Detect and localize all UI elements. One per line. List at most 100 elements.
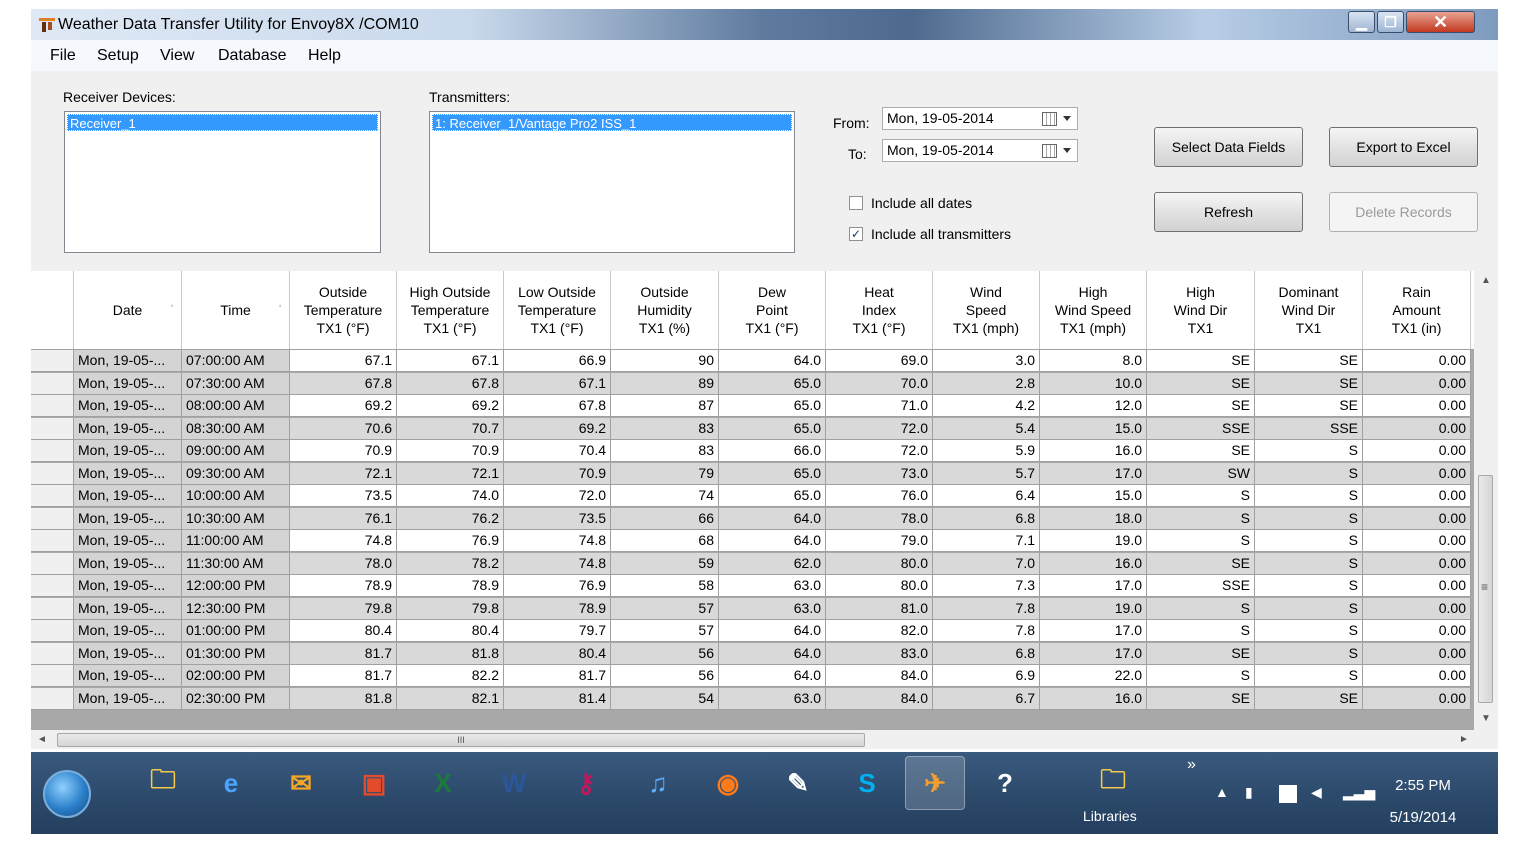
table-cell[interactable]: 67.1 xyxy=(290,350,397,372)
table-cell[interactable]: 8.0 xyxy=(1040,350,1147,372)
table-cell[interactable]: 80.4 xyxy=(290,620,397,642)
table-cell[interactable]: 7.8 xyxy=(933,597,1040,620)
table-row[interactable]: Mon, 19-05-... 12:30:00 PM 79.8 79.8 78.9 57 6… xyxy=(31,597,1474,620)
table-cell[interactable]: 69.2 xyxy=(290,395,397,417)
receiver-devices-list[interactable]: Receiver_1 xyxy=(64,111,381,253)
table-row[interactable]: Mon, 19-05-... 01:30:00 PM 81.7 81.8 80.4 56 6… xyxy=(31,642,1474,665)
table-cell[interactable]: 10:30:00 AM xyxy=(182,507,290,530)
table-cell[interactable]: 72.0 xyxy=(826,417,933,440)
table-cell[interactable]: 83 xyxy=(611,440,719,462)
from-date-picker[interactable]: Mon, 19-05-2014 xyxy=(882,107,1078,130)
table-cell[interactable]: 07:30:00 AM xyxy=(182,372,290,395)
table-cell[interactable]: 67.8 xyxy=(290,372,397,395)
table-cell[interactable]: 57 xyxy=(611,597,719,620)
menu-database[interactable]: Database xyxy=(218,47,287,65)
transmitter-item[interactable]: 1: Receiver_1/Vantage Pro2 ISS_1 xyxy=(432,114,792,131)
table-cell[interactable]: 83.0 xyxy=(826,642,933,665)
table-cell[interactable]: 0.00 xyxy=(1363,665,1471,687)
table-cell[interactable]: 76.2 xyxy=(397,507,504,530)
table-cell[interactable]: S xyxy=(1255,642,1363,665)
table-cell[interactable]: 67.1 xyxy=(504,372,611,395)
table-cell[interactable]: 07:00:00 AM xyxy=(182,350,290,372)
excel-icon[interactable]: X xyxy=(413,756,473,810)
table-cell[interactable]: 76.0 xyxy=(826,485,933,507)
table-cell[interactable]: 02:30:00 PM xyxy=(182,687,290,710)
table-cell[interactable]: SE xyxy=(1255,395,1363,417)
table-cell[interactable]: 11:30:00 AM xyxy=(182,552,290,575)
table-cell[interactable]: 73.5 xyxy=(504,507,611,530)
menu-view[interactable]: View xyxy=(160,47,194,65)
to-date-picker[interactable]: Mon, 19-05-2014 xyxy=(882,139,1078,162)
table-cell[interactable]: 2.8 xyxy=(933,372,1040,395)
signal-icon[interactable]: ▂▃▅ xyxy=(1343,784,1375,801)
column-header[interactable]: Wind Speed TX1 (mph) xyxy=(933,271,1040,349)
table-cell[interactable]: 72.0 xyxy=(826,440,933,462)
action-center-icon[interactable] xyxy=(1279,785,1297,803)
table-row[interactable]: Mon, 19-05-... 02:30:00 PM 81.8 82.1 81.4 54 6… xyxy=(31,687,1474,710)
horizontal-scrollbar[interactable]: ◄ III ► xyxy=(31,730,1474,749)
skype-icon[interactable]: S xyxy=(837,756,897,810)
table-cell[interactable]: SE xyxy=(1147,395,1255,417)
table-cell[interactable]: 76.9 xyxy=(397,530,504,552)
table-cell[interactable]: Mon, 19-05-... xyxy=(74,665,182,687)
table-cell[interactable]: 73.0 xyxy=(826,462,933,485)
table-cell[interactable]: 08:00:00 AM xyxy=(182,395,290,417)
table-cell[interactable]: 0.00 xyxy=(1363,620,1471,642)
table-cell[interactable]: SSE xyxy=(1147,417,1255,440)
column-header[interactable]: High Wind Dir TX1 xyxy=(1147,271,1255,349)
table-cell[interactable]: 74.8 xyxy=(504,530,611,552)
calendar-icon[interactable] xyxy=(1042,144,1057,158)
table-cell[interactable]: 81.7 xyxy=(290,665,397,687)
table-cell[interactable]: 0.00 xyxy=(1363,462,1471,485)
table-cell[interactable]: 71.0 xyxy=(826,395,933,417)
row-header[interactable] xyxy=(31,552,74,575)
title-bar[interactable]: Weather Data Transfer Utility for Envoy8… xyxy=(31,9,1498,40)
table-cell[interactable]: 79 xyxy=(611,462,719,485)
scroll-down-icon[interactable]: ▼ xyxy=(1481,713,1491,724)
table-cell[interactable]: 02:00:00 PM xyxy=(182,665,290,687)
table-cell[interactable]: 80.4 xyxy=(397,620,504,642)
table-cell[interactable]: 0.00 xyxy=(1363,575,1471,597)
table-cell[interactable]: S xyxy=(1147,597,1255,620)
table-cell[interactable]: Mon, 19-05-... xyxy=(74,462,182,485)
menu-file[interactable]: File xyxy=(50,47,76,65)
table-cell[interactable]: 65.0 xyxy=(719,395,826,417)
column-header[interactable]: Low Outside Temperature TX1 (°F) xyxy=(504,271,611,349)
table-cell[interactable]: 17.0 xyxy=(1040,462,1147,485)
table-cell[interactable]: 11:00:00 AM xyxy=(182,530,290,552)
table-cell[interactable]: 78.9 xyxy=(290,575,397,597)
select-data-fields-button[interactable]: Select Data Fields xyxy=(1154,127,1303,167)
table-cell[interactable]: S xyxy=(1255,530,1363,552)
table-cell[interactable]: 68 xyxy=(611,530,719,552)
table-cell[interactable]: Mon, 19-05-... xyxy=(74,552,182,575)
table-cell[interactable]: S xyxy=(1255,665,1363,687)
table-cell[interactable]: 78.2 xyxy=(397,552,504,575)
include-all-transmitters-checkbox[interactable]: ✓ xyxy=(849,227,863,241)
row-header[interactable] xyxy=(31,372,74,395)
table-cell[interactable]: SE xyxy=(1255,687,1363,710)
table-cell[interactable]: 70.9 xyxy=(504,462,611,485)
table-cell[interactable]: 66.0 xyxy=(719,440,826,462)
column-header[interactable]: Dominant Wind Dir TX1 xyxy=(1255,271,1363,349)
table-cell[interactable]: 70.4 xyxy=(504,440,611,462)
table-cell[interactable]: 76.1 xyxy=(290,507,397,530)
table-cell[interactable]: 56 xyxy=(611,642,719,665)
table-cell[interactable]: 70.6 xyxy=(290,417,397,440)
table-cell[interactable]: 0.00 xyxy=(1363,687,1471,710)
table-cell[interactable]: 82.2 xyxy=(397,665,504,687)
scroll-up-icon[interactable]: ▲ xyxy=(1481,275,1491,286)
table-cell[interactable]: 72.0 xyxy=(504,485,611,507)
table-cell[interactable]: 80.4 xyxy=(504,642,611,665)
table-cell[interactable]: Mon, 19-05-... xyxy=(74,620,182,642)
table-cell[interactable]: 74 xyxy=(611,485,719,507)
table-cell[interactable]: 0.00 xyxy=(1363,597,1471,620)
table-cell[interactable]: 7.3 xyxy=(933,575,1040,597)
table-cell[interactable]: 73.5 xyxy=(290,485,397,507)
minimize-button[interactable]: ▁ xyxy=(1348,11,1375,33)
table-cell[interactable]: 70.9 xyxy=(397,440,504,462)
table-cell[interactable]: 17.0 xyxy=(1040,620,1147,642)
table-row[interactable]: Mon, 19-05-... 07:30:00 AM 67.8 67.8 67.1 89 6… xyxy=(31,372,1474,395)
table-cell[interactable]: 4.2 xyxy=(933,395,1040,417)
table-cell[interactable]: 65.0 xyxy=(719,485,826,507)
table-row[interactable]: Mon, 19-05-... 07:00:00 AM 67.1 67.1 66.9 90 6… xyxy=(31,350,1474,372)
